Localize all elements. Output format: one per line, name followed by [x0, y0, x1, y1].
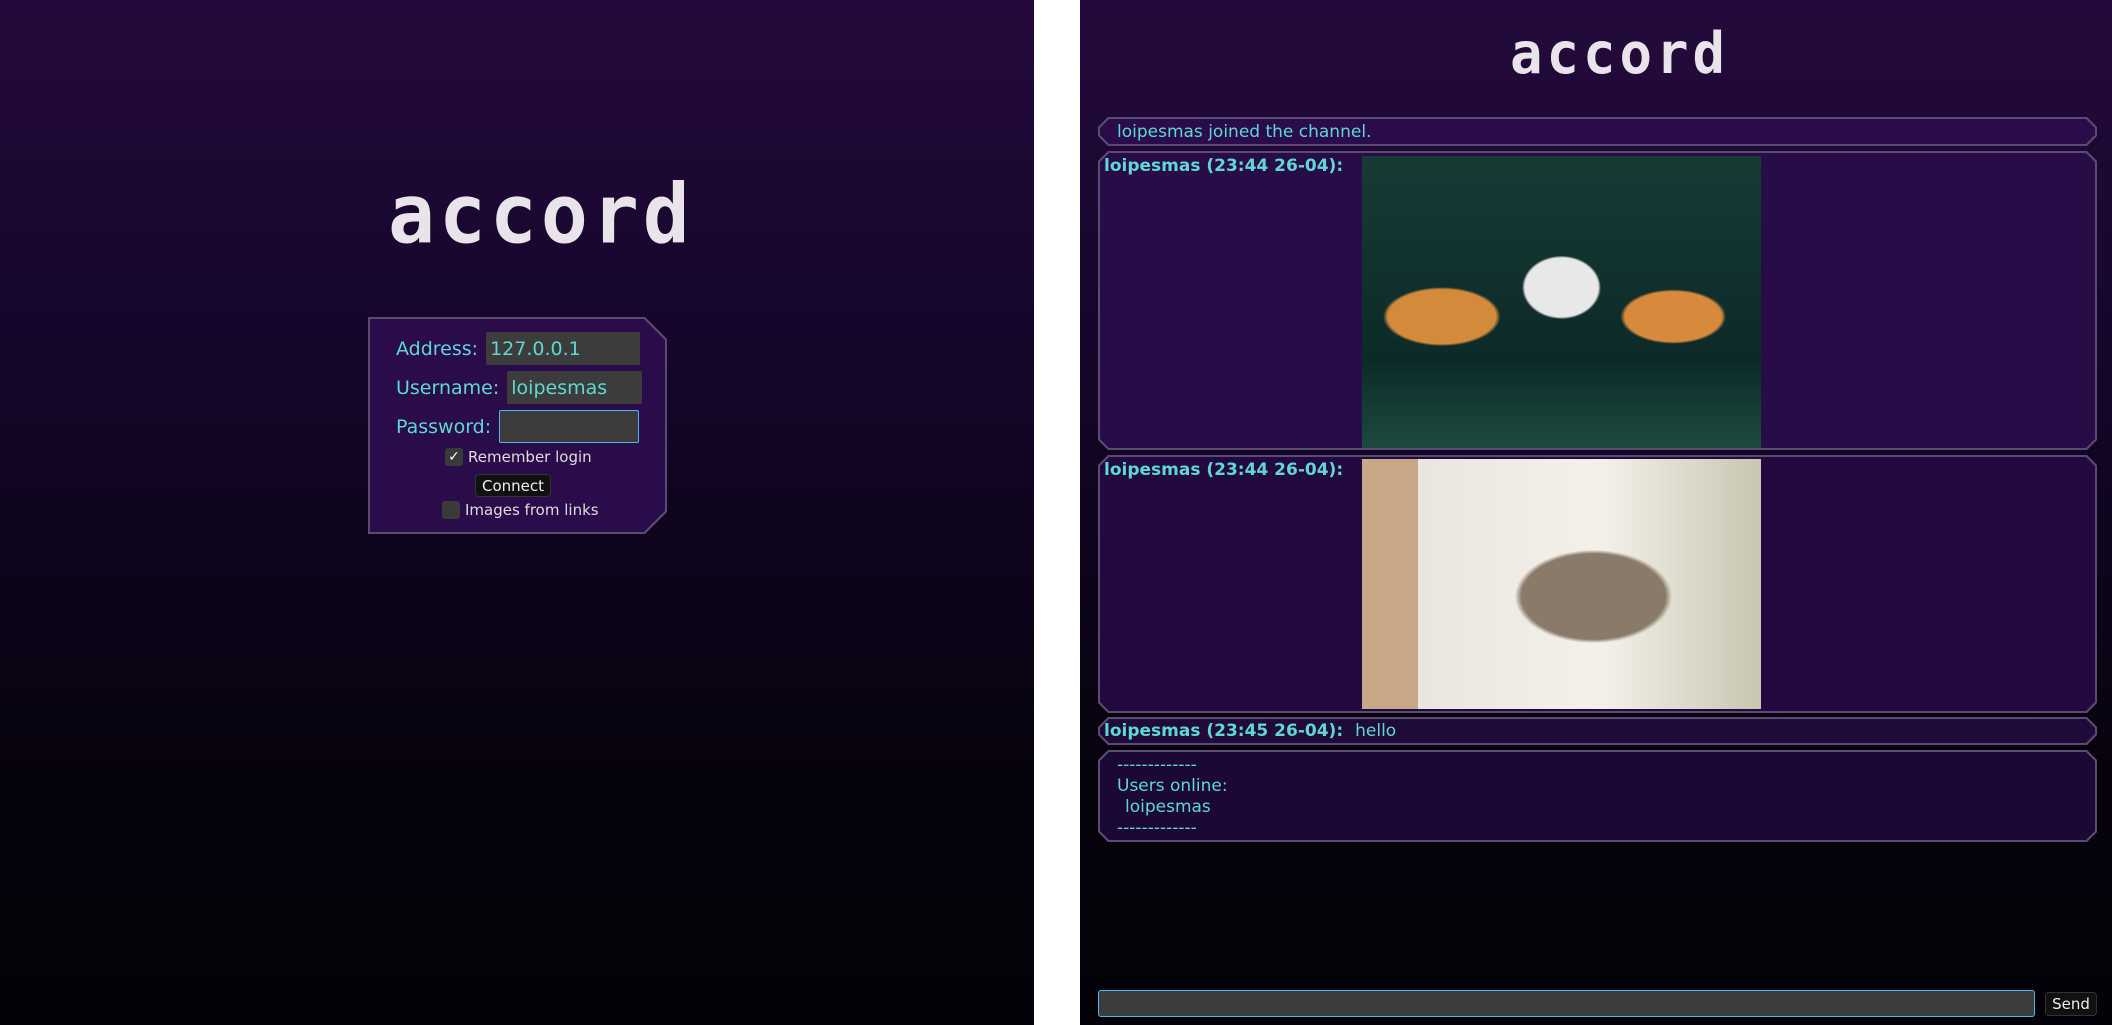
message-author: loipesmas (23:44 26-04):: [1104, 460, 1344, 480]
connect-button[interactable]: Connect: [475, 474, 551, 497]
separator: -------------: [1117, 755, 1197, 775]
remember-login-checkbox[interactable]: ✓ Remember login: [445, 448, 592, 466]
username-input[interactable]: loipesmas: [507, 371, 642, 404]
password-input[interactable]: [499, 410, 639, 443]
app-logo: accord: [1510, 20, 1730, 87]
address-label: Address:: [396, 337, 479, 360]
message-author: loipesmas (23:45 26-04):: [1104, 721, 1344, 741]
message-item: loipesmas (23:44 26-04):: [1098, 455, 2097, 713]
users-online-box: ------------- Users online: loipesmas --…: [1098, 750, 2097, 842]
message-item: loipesmas (23:45 26-04): hello: [1098, 717, 2097, 745]
app-logo: accord: [388, 167, 694, 263]
message-item: loipesmas (23:44 26-04):: [1098, 151, 2097, 450]
join-notice-text: loipesmas joined the channel.: [1117, 122, 1372, 142]
login-pane: accord Address: 127.0.0.1 Username: loip…: [0, 0, 1034, 1025]
separator: -------------: [1117, 818, 1197, 838]
images-from-links-label: Images from links: [465, 501, 599, 519]
cat-paw-image[interactable]: [1362, 459, 1761, 709]
join-notice: loipesmas joined the channel.: [1098, 117, 2097, 146]
images-from-links-checkbox[interactable]: Images from links: [442, 501, 599, 519]
checkbox-box: [442, 501, 460, 519]
username-label: Username:: [396, 376, 500, 399]
cats-dancing-image[interactable]: [1362, 156, 1761, 448]
online-user: loipesmas: [1125, 797, 1211, 817]
address-input[interactable]: 127.0.0.1: [486, 332, 640, 365]
login-form: Address: 127.0.0.1 Username: loipesmas P…: [368, 317, 667, 534]
chat-pane: accord loipesmas joined the channel. loi…: [1080, 0, 2112, 1025]
message-author: loipesmas (23:44 26-04):: [1104, 156, 1344, 176]
check-icon: ✓: [445, 448, 463, 466]
remember-login-label: Remember login: [468, 448, 592, 466]
message-text: hello: [1355, 721, 1397, 741]
password-label: Password:: [396, 415, 492, 438]
message-input[interactable]: [1098, 990, 2035, 1017]
send-button[interactable]: Send: [2045, 992, 2097, 1016]
users-online-title: Users online:: [1117, 776, 1228, 796]
